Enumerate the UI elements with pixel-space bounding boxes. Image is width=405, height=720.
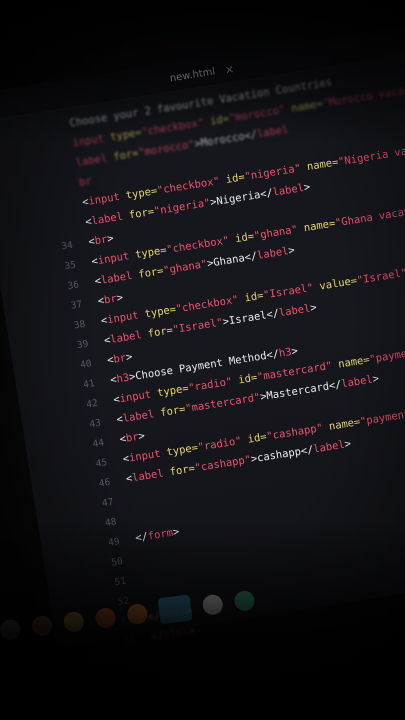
code-token: type= [143, 303, 177, 321]
code-token: for= [146, 324, 174, 341]
code-token: > [115, 291, 124, 305]
code-token: type= [156, 382, 190, 400]
code-token: label [312, 438, 346, 456]
code-text: <br> [106, 351, 133, 367]
code-token: id= [224, 171, 246, 186]
tab-title: new.html [169, 65, 216, 84]
code-token: label [121, 407, 162, 425]
code-token: label [90, 209, 131, 228]
photo-of-screen: new.html × Choose your 2 favourite Vacat… [0, 0, 405, 720]
editor-window: new.html × Choose your 2 favourite Vacat… [0, 13, 405, 649]
code-token: input [96, 249, 137, 267]
code-token: label [100, 268, 140, 287]
code-token: for= [112, 147, 140, 164]
code-text: <br> [97, 292, 124, 308]
code-token: name= [290, 98, 324, 115]
code-token: value= [318, 274, 358, 293]
code-token: id= [234, 230, 255, 246]
code-token: input [87, 189, 127, 208]
code-token: for= [137, 264, 165, 281]
code-token: name= [303, 217, 337, 235]
code-token: name= [306, 156, 340, 174]
code-token: id= [209, 112, 230, 128]
code-token: input [71, 131, 112, 150]
code-token: label [278, 302, 312, 320]
code-token: for= [128, 205, 156, 222]
tab-new-html[interactable]: new.html × [168, 54, 260, 90]
code-token: for= [159, 403, 187, 420]
code-text: <br> [88, 232, 115, 248]
code-token: label [256, 245, 290, 262]
editor-icon[interactable] [157, 594, 193, 625]
code-token: name= [328, 416, 362, 433]
browser-icon[interactable] [94, 606, 117, 630]
code-token: label [131, 466, 171, 485]
code-token: > [343, 437, 352, 451]
code-token: br [78, 175, 93, 189]
code-token: label [340, 373, 374, 391]
code-token: type= [165, 441, 199, 459]
code-token: > [303, 180, 312, 194]
code-token: > [171, 525, 181, 539]
code-text: <br> [119, 430, 146, 446]
close-tab-icon[interactable]: × [224, 62, 235, 76]
chrome-icon[interactable] [201, 593, 224, 616]
code-token: label [75, 151, 115, 170]
code-token: label [271, 181, 305, 199]
code-token: form [146, 526, 174, 543]
code-token: input [106, 308, 146, 327]
code-token: > [106, 232, 115, 246]
folder-icon[interactable] [62, 610, 85, 634]
code-token: name= [337, 353, 371, 371]
code-token: type= [109, 126, 143, 144]
globe-icon[interactable] [233, 589, 256, 613]
code-token: > [290, 344, 299, 358]
code-token: > [125, 350, 134, 364]
start-icon[interactable] [0, 618, 22, 641]
code-token: input [118, 387, 159, 406]
code-token: type= [125, 184, 159, 202]
code-token: id= [237, 371, 259, 387]
code-token: input [128, 446, 168, 465]
firefox-icon[interactable] [126, 602, 149, 626]
code-token: label [256, 123, 290, 141]
code-token: label [109, 328, 149, 346]
code-token: > [287, 244, 296, 258]
code-token: > [137, 429, 146, 443]
code-token: > [309, 301, 318, 315]
code-token: type= [134, 244, 168, 262]
code-token: > [371, 372, 380, 386]
mail-icon[interactable] [30, 614, 54, 637]
code-token: for= [168, 462, 196, 479]
code-text: br [78, 175, 92, 189]
code-token: id= [246, 430, 268, 446]
code-token: id= [243, 289, 265, 305]
